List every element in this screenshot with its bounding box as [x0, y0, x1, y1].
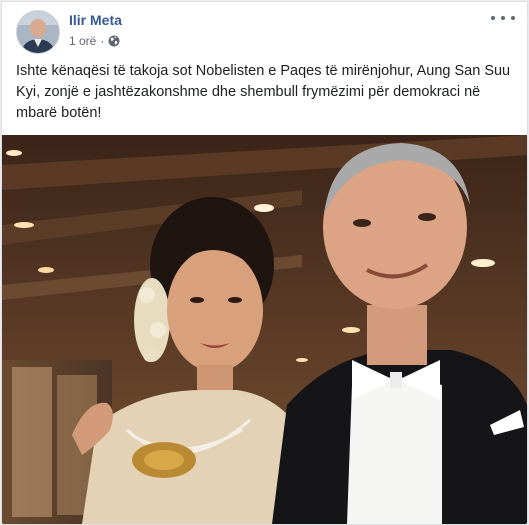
globe-icon[interactable]	[108, 35, 120, 47]
post-photo[interactable]	[2, 135, 527, 524]
meta-separator: ·	[100, 34, 105, 48]
dot	[511, 16, 515, 20]
post-text: Ishte kënaqësi të takoja sot Nobelisten …	[16, 63, 511, 121]
post-header: Ilir Meta 1 orë ·	[14, 10, 515, 56]
dot	[501, 16, 505, 20]
post-timestamp[interactable]: 1 orë	[69, 34, 96, 48]
post-card: Ilir Meta 1 orë · Ishte kënaqësi të tako…	[1, 1, 528, 525]
author-avatar[interactable]	[16, 10, 60, 54]
avatar-image	[17, 11, 59, 53]
more-options-icon[interactable]	[491, 10, 515, 26]
dot	[491, 16, 495, 20]
author-name[interactable]: Ilir Meta	[69, 12, 122, 28]
photo-image	[2, 135, 527, 524]
post-meta: 1 orë ·	[69, 34, 120, 48]
